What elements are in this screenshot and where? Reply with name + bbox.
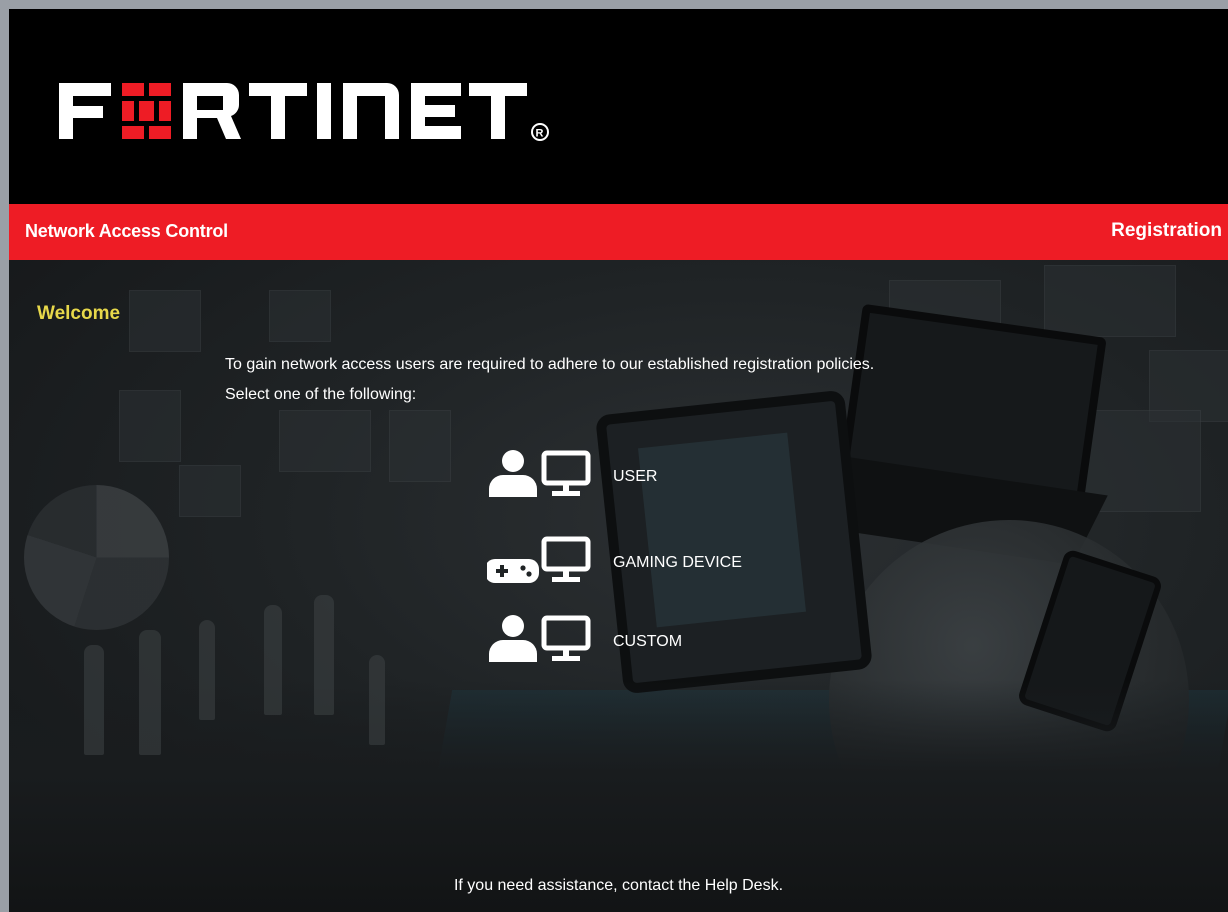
option-label: GAMING DEVICE — [613, 554, 742, 571]
background-pie-chart — [24, 485, 169, 630]
instruction-text: Select one of the following: — [225, 386, 417, 403]
option-custom[interactable]: CUSTOM — [487, 614, 817, 670]
title-bar: Network Access Control Registration — [9, 204, 1228, 260]
option-label: CUSTOM — [613, 633, 683, 650]
fortinet-logo: R — [59, 75, 589, 155]
background-tile — [269, 290, 331, 342]
main-content: Welcome To gain network access users are… — [9, 260, 1228, 912]
custom-device-icon — [489, 615, 591, 662]
header: R — [9, 9, 1228, 204]
monitor-icon — [541, 536, 591, 582]
background-tile — [119, 390, 181, 462]
welcome-heading: Welcome — [37, 303, 121, 324]
background-person — [369, 655, 385, 745]
background-person — [84, 645, 104, 755]
option-label: USER — [613, 468, 658, 485]
background-tile — [279, 410, 371, 472]
user-icon — [489, 450, 537, 497]
page-frame: R Network Access Control Registration We… — [9, 9, 1228, 912]
background-person — [199, 620, 215, 720]
intro-text: To gain network access users are require… — [225, 356, 875, 373]
background-tile — [389, 410, 451, 482]
monitor-icon — [541, 450, 591, 496]
app-title: Network Access Control — [25, 221, 228, 241]
help-desk-text: If you need assistance, contact the Help… — [453, 877, 784, 894]
background-tile — [129, 290, 201, 352]
svg-text:R: R — [536, 128, 544, 140]
gaming-device-icon — [487, 536, 591, 583]
user-icon — [489, 615, 537, 662]
option-user[interactable]: USER — [487, 449, 817, 505]
gamepad-icon — [487, 559, 539, 583]
monitor-icon — [541, 615, 591, 661]
background-tile — [179, 465, 241, 517]
page-section-title: Registration — [1111, 220, 1222, 241]
background-person — [139, 630, 161, 755]
background-person — [264, 605, 282, 715]
user-device-icon — [489, 450, 591, 497]
background-person — [314, 595, 334, 715]
background-tile — [1044, 265, 1176, 337]
option-gaming-device[interactable]: GAMING DEVICE — [487, 535, 817, 591]
